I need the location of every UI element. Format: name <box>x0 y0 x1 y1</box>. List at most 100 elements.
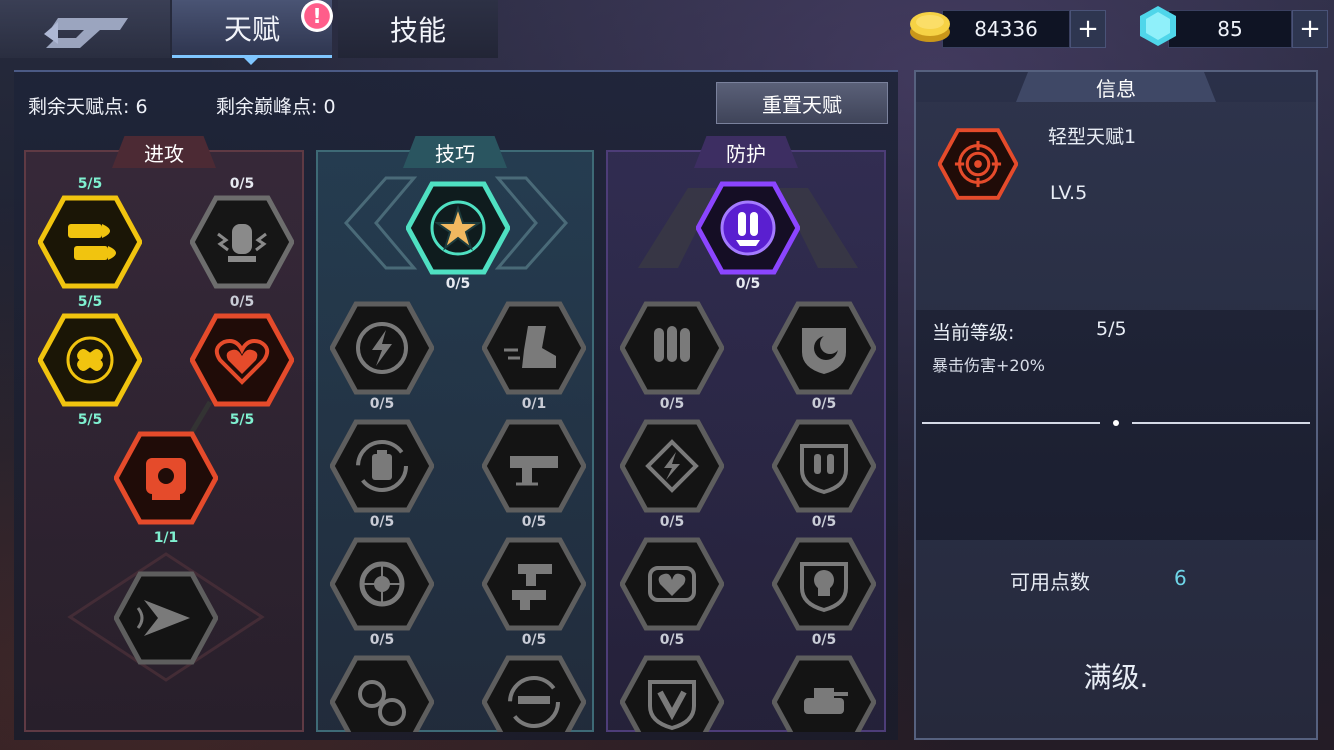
divider-dot <box>1113 420 1119 426</box>
node-level: 5/5 <box>77 176 103 192</box>
points-summary: 可用点数 6 满级. <box>916 540 1316 738</box>
talent-node-lightning-cycle[interactable] <box>330 300 434 396</box>
node-level: 0/5 <box>659 514 685 530</box>
node-level: 0/5 <box>811 632 837 648</box>
remaining-talent-points: 剩余天赋点: 6 <box>28 96 148 118</box>
add-gold-button[interactable]: + <box>1070 10 1106 48</box>
gold-currency: 84336 + <box>908 10 1108 48</box>
machine-gun-icon <box>510 456 558 486</box>
talent-node-rockets[interactable] <box>620 300 724 396</box>
talent-node-battery-cycle[interactable] <box>330 418 434 514</box>
talent-name: 轻型天赋1 <box>1048 126 1137 148</box>
reset-talent-button[interactable]: 重置天赋 <box>716 82 888 124</box>
battery-cycle-icon <box>356 440 408 492</box>
back-button[interactable] <box>0 0 170 58</box>
talent-node-shield-moon[interactable] <box>772 300 876 396</box>
turrets-icon <box>512 564 552 610</box>
talent-node-gears[interactable] <box>330 654 434 732</box>
lightning-diamond-icon <box>645 439 699 493</box>
active-tab-indicator <box>243 57 259 65</box>
current-level-label: 当前等级: <box>932 322 1015 344</box>
talent-node-shield-rockets[interactable] <box>772 418 876 514</box>
talent-details: 当前等级: 5/5 暴击伤害+20% <box>916 310 1316 540</box>
defense-column-title: 防护 <box>694 136 798 168</box>
gold-coin-icon <box>910 12 950 42</box>
talent-node-heart[interactable] <box>190 312 294 408</box>
current-level-value: 5/5 <box>1096 318 1127 340</box>
crosshair-icon <box>938 128 1018 200</box>
tab-skill[interactable]: 技能 <box>338 0 498 58</box>
gem-icon <box>1140 6 1176 46</box>
node-level: 0/5 <box>445 276 471 292</box>
talent-node-star[interactable] <box>406 180 510 276</box>
talent-node-speed-arrow[interactable] <box>114 570 218 666</box>
gun-cycle-icon <box>508 676 560 728</box>
available-points-label: 可用点数 <box>1010 570 1090 594</box>
node-level: 1/1 <box>153 530 179 546</box>
boot-icon <box>504 326 556 368</box>
gold-value: 84336 <box>942 10 1070 48</box>
defense-column: 防护 0/5 0/5 0/5 0/5 0/5 0/5 0/5 <box>606 136 886 732</box>
available-points-value: 6 <box>1174 566 1187 590</box>
talent-node-crossed-bullets[interactable] <box>38 312 142 408</box>
node-level: 0/5 <box>369 396 395 412</box>
talent-node-bullet-shock[interactable] <box>190 194 294 290</box>
v-shield-icon <box>648 680 696 731</box>
node-level: 0/5 <box>811 514 837 530</box>
remaining-peak-points: 剩余巅峰点: 0 <box>216 96 336 118</box>
skill-column-title: 技巧 <box>403 136 507 168</box>
talent-node-skull-shield[interactable] <box>772 536 876 632</box>
max-level-text: 满级. <box>1083 661 1149 694</box>
star-icon <box>430 200 486 256</box>
crossed-bullets-icon <box>66 336 114 384</box>
node-level: 0/5 <box>521 514 547 530</box>
heart-icon <box>214 339 270 385</box>
talent-summary: 轻型天赋1 LV.5 <box>916 102 1316 310</box>
talent-node-heart-shield[interactable] <box>620 536 724 632</box>
node-level: 0/5 <box>659 396 685 412</box>
rockets-icon <box>654 326 690 362</box>
talent-node-v-shield[interactable] <box>620 654 724 732</box>
talent-node-tank[interactable] <box>772 654 876 732</box>
talent-node-gun-cycle[interactable] <box>482 654 586 732</box>
top-bar: 天赋 ! 技能 84336 + 85 + <box>0 0 1334 65</box>
speed-arrow-icon <box>136 600 190 636</box>
talent-node-turrets[interactable] <box>482 536 586 632</box>
divider-right <box>1132 422 1310 424</box>
attack-column: 进攻 5/5 5/5 0/5 0/5 5/5 5/5 1/1 <box>24 136 304 732</box>
shield-target-icon <box>146 458 186 500</box>
talent-level: LV.5 <box>1050 182 1088 204</box>
info-panel: 信息 轻型天赋1 LV.5 当前等级: 5/5 暴击伤害+20% 可用点数 6 … <box>914 70 1318 740</box>
node-level: 0/5 <box>229 294 255 310</box>
wheel-icon <box>359 561 405 607</box>
add-gem-button[interactable]: + <box>1292 10 1328 48</box>
talent-node-shield-target[interactable] <box>114 430 218 526</box>
node-level: 0/5 <box>369 514 395 530</box>
back-arrow-icon <box>44 18 128 48</box>
info-panel-title: 信息 <box>1016 72 1216 102</box>
skull-shield-icon <box>800 562 848 613</box>
gem-value: 85 <box>1168 10 1292 48</box>
node-level: 0/5 <box>811 396 837 412</box>
shield-rockets-icon <box>800 444 848 495</box>
node-level: 0/1 <box>521 396 547 412</box>
talent-effect: 暴击伤害+20% <box>932 356 1045 375</box>
bullet-shock-icon <box>217 224 267 262</box>
alert-badge: ! <box>301 0 333 32</box>
talent-node-machine-gun[interactable] <box>482 418 586 514</box>
divider-left <box>922 422 1100 424</box>
node-level: 5/5 <box>229 412 255 428</box>
shield-moon-icon <box>802 328 846 374</box>
bullets-icon <box>68 224 116 260</box>
gem-currency: 85 + <box>1136 6 1328 48</box>
talent-node-lightning-diamond[interactable] <box>620 418 724 514</box>
node-level: 0/5 <box>521 632 547 648</box>
node-level: 5/5 <box>77 294 103 310</box>
talent-panel: 剩余天赋点: 6 剩余巅峰点: 0 重置天赋 进攻 5/5 5/5 0/5 0/… <box>14 70 898 740</box>
talent-node-wheel[interactable] <box>330 536 434 632</box>
talent-node-bullets[interactable] <box>38 194 142 290</box>
talent-node-rocket-cycle[interactable] <box>696 180 800 276</box>
heart-shield-icon <box>648 566 696 602</box>
tank-icon <box>804 688 848 714</box>
talent-node-boot[interactable] <box>482 300 586 396</box>
